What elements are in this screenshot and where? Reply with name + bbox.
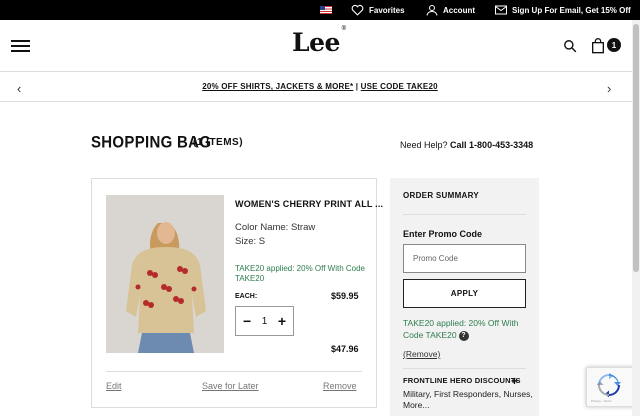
- quantity-value[interactable]: 1: [262, 316, 268, 327]
- heart-icon: [351, 4, 364, 16]
- bag-icon[interactable]: [591, 38, 605, 54]
- remove-item-link[interactable]: Remove: [323, 381, 357, 391]
- promo-code-label: Enter Promo Code: [403, 229, 483, 239]
- promo-offer-link[interactable]: 20% OFF SHIRTS, JACKETS & MORE*: [202, 82, 353, 91]
- favorites-link[interactable]: Favorites: [351, 0, 405, 20]
- scrollbar-thumb[interactable]: [633, 24, 639, 272]
- promo-separator: |: [355, 82, 359, 91]
- product-color: Color Name: Straw: [235, 222, 316, 233]
- promo-code-link[interactable]: USE CODE TAKE20: [361, 82, 438, 91]
- summary-divider: [403, 368, 526, 369]
- summary-promo-applied: TAKE20 applied: 20% Off With Code TAKE20…: [403, 317, 533, 341]
- frontline-hero-desc: Military, First Responders, Nurses, More…: [403, 389, 533, 410]
- card-divider: [106, 371, 362, 372]
- lee-logo[interactable]: Lee®: [292, 25, 347, 57]
- account-link[interactable]: Account: [426, 0, 475, 20]
- order-summary-title: ORDER SUMMARY: [403, 191, 480, 200]
- chevron-right-icon[interactable]: ›: [607, 81, 611, 96]
- minus-icon[interactable]: −: [243, 313, 251, 329]
- help-label: Need Help?: [400, 140, 448, 150]
- help-phone-link[interactable]: Call 1-800-453-3348: [450, 140, 533, 150]
- help-contact: Need Help? Call 1-800-453-3348: [400, 140, 533, 150]
- edit-link[interactable]: Edit: [106, 381, 122, 391]
- utility-bar: Favorites Account Sign Up For Email, Get…: [0, 0, 640, 20]
- search-icon[interactable]: [563, 39, 577, 53]
- account-label: Account: [443, 5, 475, 15]
- email-signup-link[interactable]: Sign Up For Email, Get 15% Off: [495, 0, 631, 20]
- item-promo-applied: TAKE20 applied: 20% Off With Code TAKE20: [235, 264, 365, 283]
- items-count: (1 ITEMS): [193, 137, 244, 148]
- item-total-price: $47.96: [331, 344, 359, 354]
- promo-banner: ‹ 20% OFF SHIRTS, JACKETS & MORE* | USE …: [0, 73, 640, 102]
- frontline-hero-title[interactable]: FRONTLINE HERO DISCOUNTS: [403, 376, 521, 385]
- product-image[interactable]: [106, 195, 224, 353]
- site-header: Lee® 1: [0, 20, 640, 72]
- order-summary-panel: ORDER SUMMARY Enter Promo Code APPLY TAK…: [390, 178, 539, 416]
- promo-banner-text[interactable]: 20% OFF SHIRTS, JACKETS & MORE* | USE CO…: [0, 82, 640, 91]
- product-name-link[interactable]: WOMEN'S CHERRY PRINT ALL ...: [235, 199, 383, 209]
- product-size: Size: S: [235, 236, 266, 247]
- summary-divider: [403, 214, 526, 215]
- favorites-label: Favorites: [369, 5, 405, 15]
- menu-icon[interactable]: [11, 40, 30, 52]
- scrollbar[interactable]: [632, 20, 640, 416]
- remove-promo-link[interactable]: (Remove): [403, 349, 440, 359]
- bag-count-badge[interactable]: 1: [607, 38, 621, 52]
- user-icon: [426, 5, 438, 16]
- recaptcha-fine-print: Privacy - Terms: [591, 399, 612, 403]
- each-price: $59.95: [331, 291, 359, 301]
- country-selector[interactable]: [320, 0, 332, 20]
- apply-button[interactable]: APPLY: [403, 279, 526, 308]
- email-signup-label: Sign Up For Email, Get 15% Off: [512, 5, 631, 15]
- help-icon[interactable]: ?: [458, 330, 469, 341]
- us-flag-icon: [320, 6, 332, 14]
- plus-icon[interactable]: +: [511, 374, 518, 388]
- each-label: EACH:: [235, 293, 258, 300]
- cart-item-card: WOMEN'S CHERRY PRINT ALL ... Color Name:…: [91, 178, 383, 408]
- quantity-stepper: − 1 +: [235, 306, 294, 336]
- mail-icon: [495, 5, 507, 15]
- recaptcha-icon: [597, 373, 621, 397]
- plus-icon[interactable]: +: [278, 313, 286, 329]
- save-for-later-link[interactable]: Save for Later: [202, 381, 259, 391]
- promo-code-input[interactable]: [403, 244, 526, 273]
